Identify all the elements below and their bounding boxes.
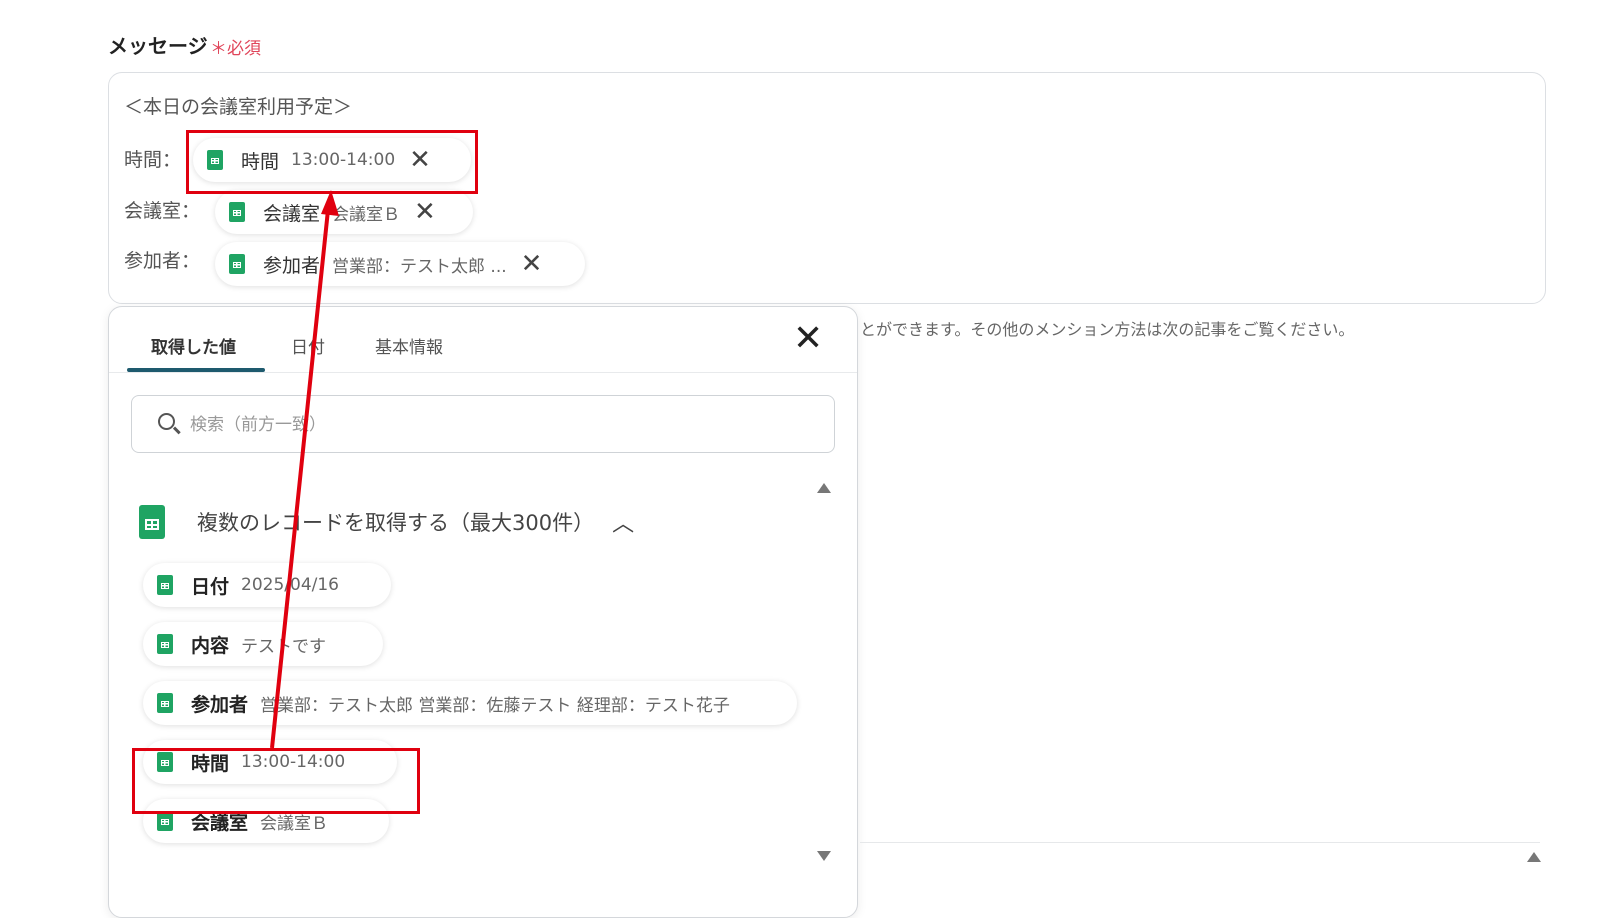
annotation-arrow	[270, 190, 339, 749]
